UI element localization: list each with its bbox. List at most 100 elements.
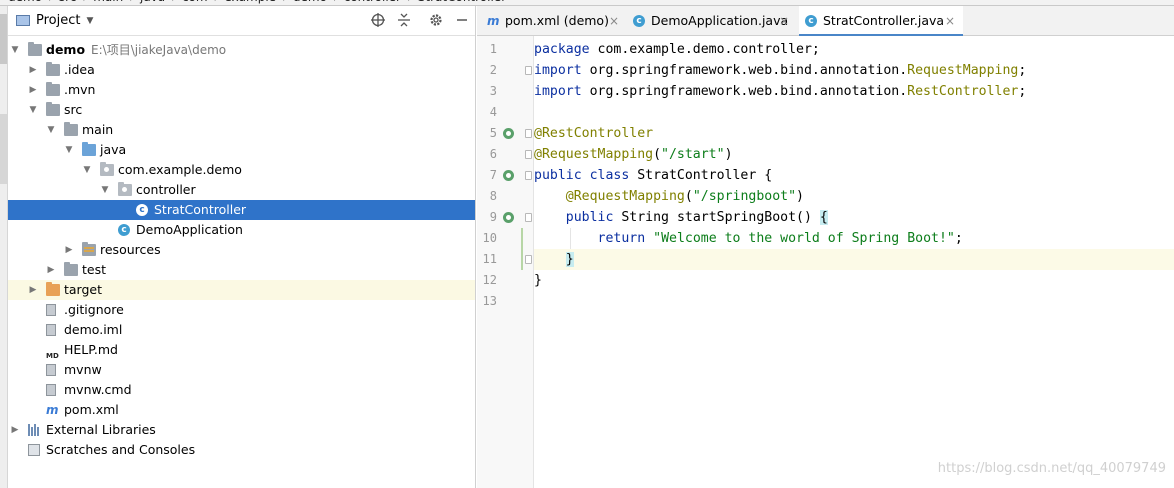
expanded-arrow-icon[interactable]: ▼ <box>100 180 110 200</box>
tree-item-demoapplication[interactable]: c DemoApplication <box>8 220 475 240</box>
tree-item-java[interactable]: ▼ java <box>8 140 475 160</box>
line-number: 10 <box>482 231 497 245</box>
tree-item-label: pom.xml <box>64 400 119 420</box>
chevron-down-icon[interactable]: ▼ <box>86 16 93 26</box>
tree-item-help-md[interactable]: MD HELP.md <box>8 340 475 360</box>
code-token: { <box>819 210 828 225</box>
project-panel-title[interactable]: Project <box>36 13 80 28</box>
breadcrumb-item[interactable]: controller <box>338 0 407 5</box>
project-tool-tab[interactable] <box>0 14 7 64</box>
tree-item-test[interactable]: ▶ test <box>8 260 475 280</box>
code-line[interactable]: public class StratController { <box>534 165 1174 186</box>
fold-marker-icon[interactable] <box>525 171 532 180</box>
tree-item-idea[interactable]: ▶ .idea <box>8 60 475 80</box>
tree-item-target[interactable]: ▶ target <box>8 280 475 300</box>
tree-item-mvnw-cmd[interactable]: mvnw.cmd <box>8 380 475 400</box>
code-line[interactable]: @RequestMapping("/start") <box>534 144 1174 165</box>
tree-item-label: com.example.demo <box>118 160 242 180</box>
tab-pom-xml-demo[interactable]: m pom.xml (demo) × <box>481 6 627 36</box>
editor-area[interactable]: m pom.xml (demo) × c DemoApplication.java × c S… <box>477 6 1174 488</box>
locate-file-icon[interactable] <box>370 12 386 28</box>
tab-stratcontroller-java[interactable]: c StratController.java × <box>799 6 963 36</box>
breadcrumb-item[interactable]: main <box>87 0 129 5</box>
tree-item-label: Scratches and Consoles <box>46 440 195 460</box>
collapsed-arrow-icon[interactable]: ▶ <box>28 280 38 300</box>
tree-item-stratcontroller[interactable]: c StratController <box>8 200 475 220</box>
expanded-arrow-icon[interactable]: ▼ <box>82 160 92 180</box>
code-line[interactable]: @RestController <box>534 123 1174 144</box>
structure-tool-tab[interactable] <box>0 114 7 184</box>
code-line[interactable]: import org.springframework.web.bind.anno… <box>534 81 1174 102</box>
fold-marker-icon[interactable] <box>525 255 532 264</box>
tree-item-text: controller <box>136 182 196 197</box>
fold-marker-icon[interactable] <box>525 129 532 138</box>
code-line[interactable] <box>534 291 1174 312</box>
file-icon <box>46 384 56 396</box>
editor-gutter[interactable]: 1 2 3 4 5 6 7 8 9 10 11 12 13 <box>477 36 534 488</box>
expanded-arrow-icon[interactable]: ▼ <box>10 40 20 60</box>
maven-icon: m <box>46 403 59 417</box>
file-icon <box>46 304 56 316</box>
tree-item-pom-xml[interactable]: m pom.xml <box>8 400 475 420</box>
fold-marker-icon[interactable] <box>525 213 532 222</box>
close-icon[interactable]: × <box>609 6 619 36</box>
expanded-arrow-icon[interactable]: ▼ <box>28 100 38 120</box>
code-token: "/springboot" <box>692 189 797 204</box>
tree-item-resources[interactable]: ▶ resources <box>8 240 475 260</box>
code-token: RequestMapping <box>907 63 1019 78</box>
code-token: } <box>565 252 574 267</box>
code-line[interactable]: return "Welcome to the world of Spring B… <box>534 228 1174 249</box>
breadcrumb-item[interactable]: StratController <box>412 0 512 5</box>
tree-item-mvnw[interactable]: mvnw <box>8 360 475 380</box>
tree-item-text: demo.iml <box>64 322 123 337</box>
collapsed-arrow-icon[interactable]: ▶ <box>28 80 38 100</box>
tree-item-text: .gitignore <box>64 302 124 317</box>
tree-item-scratches-and-consoles[interactable]: Scratches and Consoles <box>8 440 475 460</box>
tree-item-mvn[interactable]: ▶ .mvn <box>8 80 475 100</box>
tree-item-com-example-demo[interactable]: ▼ com.example.demo <box>8 160 475 180</box>
maven-icon: m <box>487 14 500 28</box>
code-token: package <box>534 42 590 57</box>
tab-demoapplication-java[interactable]: c DemoApplication.java × <box>627 6 797 36</box>
breadcrumb-item[interactable]: example <box>218 0 282 5</box>
close-icon[interactable]: × <box>779 6 789 36</box>
expanded-arrow-icon[interactable]: ▼ <box>46 120 56 140</box>
breadcrumb-item[interactable]: src <box>53 0 83 5</box>
spring-bean-gutter-icon[interactable] <box>503 212 514 223</box>
tree-item-demo[interactable]: ▼ demo E:\项目\jiakeJava\demo <box>8 40 475 60</box>
collapse-all-icon[interactable] <box>396 12 412 28</box>
close-icon[interactable]: × <box>945 6 955 36</box>
code-line[interactable]: } <box>534 249 1174 270</box>
code-token: "/start" <box>661 147 725 162</box>
collapsed-arrow-icon[interactable]: ▶ <box>28 60 38 80</box>
collapsed-arrow-icon[interactable]: ▶ <box>64 240 74 260</box>
left-tool-window-strip[interactable] <box>0 6 8 488</box>
tree-item-text: Scratches and Consoles <box>46 442 196 457</box>
code-line[interactable]: @RequestMapping("/springboot") <box>534 186 1174 207</box>
breadcrumb-item[interactable]: java <box>134 0 171 5</box>
tree-item-main[interactable]: ▼ main <box>8 120 475 140</box>
markdown-icon: MD <box>46 352 59 360</box>
expanded-arrow-icon[interactable]: ▼ <box>64 140 74 160</box>
breadcrumb-item[interactable]: demo <box>2 0 48 5</box>
fold-marker-icon[interactable] <box>525 150 532 159</box>
tree-item-external-libraries[interactable]: ▶ External Libraries <box>8 420 475 440</box>
code-line[interactable]: package com.example.demo.controller; <box>534 39 1174 60</box>
fold-marker-icon[interactable] <box>525 66 532 75</box>
spring-bean-gutter-icon[interactable] <box>503 170 514 181</box>
gear-icon[interactable] <box>428 12 444 28</box>
tree-item-controller[interactable]: ▼ controller <box>8 180 475 200</box>
code-line[interactable]: public String startSpringBoot() { <box>534 207 1174 228</box>
breadcrumb-item[interactable]: demo <box>287 0 333 5</box>
breadcrumb-item[interactable]: com <box>176 0 214 5</box>
minimize-icon[interactable] <box>454 12 470 28</box>
code-line[interactable]: import org.springframework.web.bind.anno… <box>534 60 1174 81</box>
tree-item-demo-iml[interactable]: demo.iml <box>8 320 475 340</box>
tree-item-gitignore[interactable]: .gitignore <box>8 300 475 320</box>
collapsed-arrow-icon[interactable]: ▶ <box>46 260 56 280</box>
spring-bean-gutter-icon[interactable] <box>503 128 514 139</box>
tree-item-src[interactable]: ▼ src <box>8 100 475 120</box>
code-line[interactable] <box>534 102 1174 123</box>
code-line[interactable]: } <box>534 270 1174 291</box>
collapsed-arrow-icon[interactable]: ▶ <box>10 420 20 440</box>
